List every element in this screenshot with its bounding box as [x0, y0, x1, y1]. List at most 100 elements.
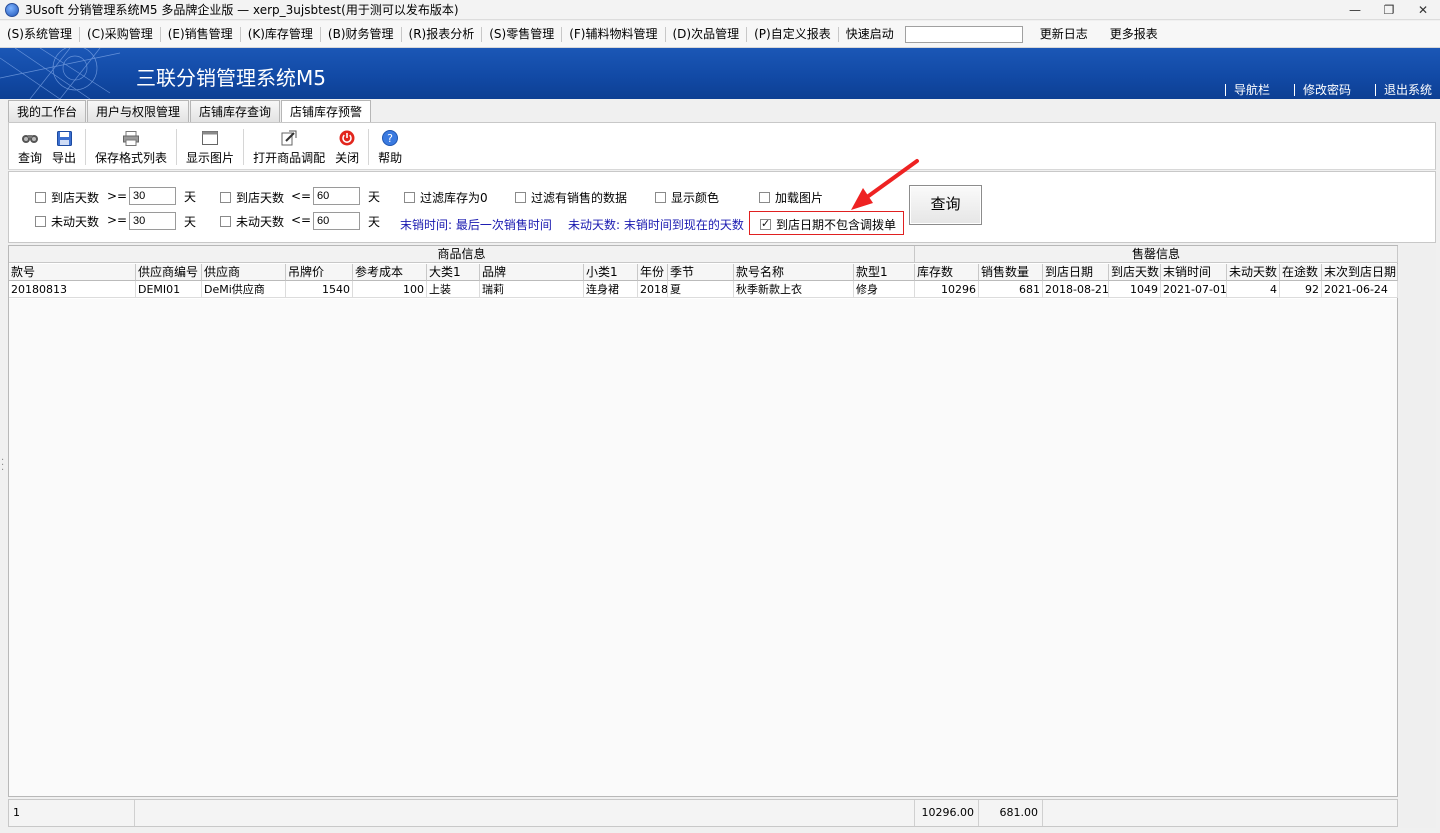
window-controls: — ❐ ✕: [1338, 0, 1440, 20]
col-header-brand[interactable]: 品牌: [480, 264, 584, 281]
quick-start-label: 快速启动: [845, 26, 894, 41]
show-image-button[interactable]: 显示图片: [181, 123, 239, 166]
edit-document-icon: [280, 129, 298, 147]
grid-footer: 1 10296.00 681.00: [8, 799, 1398, 827]
menu-bar: (S)系统管理 (C)采购管理 (E)销售管理 (K)库存管理 (B)财务管理 …: [0, 21, 1440, 48]
col-header-supplier-code[interactable]: 供应商编号: [136, 264, 202, 281]
col-header-stock-qty[interactable]: 库存数: [915, 264, 979, 281]
days-in-store-le-checkbox[interactable]: 到店天数: [220, 189, 284, 206]
cell-brand: 瑞莉: [480, 281, 584, 298]
exclude-transfer-label: 到店日期不包含调拨单: [776, 218, 897, 232]
idle-days-ge-checkbox[interactable]: 未动天数: [35, 213, 99, 230]
cell-year: 2018: [638, 281, 668, 298]
days-in-store-le-input[interactable]: [313, 187, 360, 205]
close-label: 关闭: [335, 151, 360, 165]
tab-user-permissions[interactable]: 用户与权限管理: [87, 100, 190, 122]
load-image-checkbox[interactable]: 加载图片: [759, 189, 823, 206]
menu-retail[interactable]: (S)零售管理: [482, 21, 561, 48]
filter-with-sales-checkbox[interactable]: 过滤有销售的数据: [515, 189, 627, 206]
save-format-list-label: 保存格式列表: [95, 151, 168, 165]
toolbar-divider: [368, 129, 370, 165]
col-header-style-no[interactable]: 款号: [9, 264, 136, 281]
open-allocation-button[interactable]: 打开商品调配: [248, 123, 330, 166]
show-color-checkbox[interactable]: 显示颜色: [655, 189, 719, 206]
col-header-days-in-store[interactable]: 到店天数: [1109, 264, 1161, 281]
quick-start-input[interactable]: [904, 25, 1023, 43]
query-toolbar-button[interactable]: 查询: [13, 123, 47, 166]
menu-finance[interactable]: (B)财务管理: [321, 21, 401, 48]
cell-category1: 上装: [427, 281, 480, 298]
cell-last-sale: 2021-07-01: [1161, 281, 1227, 298]
show-image-label: 显示图片: [186, 151, 235, 165]
col-header-year[interactable]: 年份: [638, 264, 668, 281]
menu-sales[interactable]: (E)销售管理: [161, 21, 240, 48]
menu-reports[interactable]: (R)报表分析: [402, 21, 482, 48]
filter-zero-stock-checkbox[interactable]: 过滤库存为0: [404, 189, 488, 206]
exclude-transfer-checkbox[interactable]: 到店日期不包含调拨单: [760, 216, 896, 233]
col-header-last-arrival[interactable]: 末次到店日期: [1322, 264, 1398, 281]
cell-days-in-store: 1049: [1109, 281, 1161, 298]
col-header-subcategory1[interactable]: 小类1: [584, 264, 638, 281]
col-header-season[interactable]: 季节: [668, 264, 734, 281]
idle-days-le-checkbox[interactable]: 未动天数: [220, 213, 284, 230]
tab-workbench[interactable]: 我的工作台: [8, 100, 87, 122]
menu-purchase[interactable]: (C)采购管理: [80, 21, 160, 48]
menu-inventory[interactable]: (K)库存管理: [241, 21, 320, 48]
window-title: 3Usoft 分销管理系统M5 多品牌企业版 — xerp_3ujsbtest(…: [25, 3, 459, 17]
data-grid: 商品信息 售罄信息 款号 供应商编号 供应商 吊牌价 参考成本 大类1 品牌 小…: [8, 245, 1398, 797]
days-in-store-le-label: 到店天数: [236, 191, 285, 205]
footer-row-count: 1: [9, 800, 135, 826]
col-header-arrival-date[interactable]: 到店日期: [1043, 264, 1109, 281]
splitter-grip-icon[interactable]: · · ·: [1, 456, 4, 476]
binoculars-icon: [21, 129, 39, 147]
menu-more-reports[interactable]: 更多报表: [1103, 21, 1165, 48]
cell-tag-price: 1540: [286, 281, 353, 298]
unit-day: 天: [184, 190, 197, 204]
query-button[interactable]: 查询: [909, 185, 982, 225]
close-window-icon[interactable]: ✕: [1406, 0, 1440, 20]
load-image-label: 加载图片: [775, 191, 824, 205]
unit-day: 天: [368, 215, 381, 229]
col-header-style-name[interactable]: 款号名称: [734, 264, 854, 281]
tab-store-inventory-query[interactable]: 店铺库存查询: [190, 100, 281, 122]
save-format-list-button[interactable]: 保存格式列表: [90, 123, 172, 166]
minimize-icon[interactable]: —: [1338, 0, 1372, 20]
title-bar: 3Usoft 分销管理系统M5 多品牌企业版 — xerp_3ujsbtest(…: [0, 0, 1440, 20]
close-button[interactable]: 关闭: [330, 123, 364, 166]
idle-days-ge-input[interactable]: [129, 212, 176, 230]
cell-in-transit: 92: [1280, 281, 1322, 298]
menu-update-log[interactable]: 更新日志: [1033, 21, 1095, 48]
open-allocation-label: 打开商品调配: [253, 151, 326, 165]
toolbar-divider: [243, 129, 245, 165]
menu-system[interactable]: (S)系统管理: [0, 21, 79, 48]
idle-days-le-input[interactable]: [313, 212, 360, 230]
logout-link[interactable]: 退出系统: [1374, 84, 1432, 96]
nav-bar-link[interactable]: 导航栏: [1224, 84, 1270, 96]
col-header-ref-cost[interactable]: 参考成本: [353, 264, 427, 281]
col-header-fit1[interactable]: 款型1: [854, 264, 915, 281]
col-header-supplier[interactable]: 供应商: [202, 264, 286, 281]
restore-icon[interactable]: ❐: [1372, 0, 1406, 20]
col-header-tag-price[interactable]: 吊牌价: [286, 264, 353, 281]
days-in-store-ge-checkbox[interactable]: 到店天数: [35, 189, 99, 206]
menu-custom-reports[interactable]: (P)自定义报表: [747, 21, 838, 48]
checkbox-box: [655, 192, 666, 203]
tab-store-inventory-alert[interactable]: 店铺库存预警: [281, 100, 372, 123]
col-header-last-sale[interactable]: 末销时间: [1161, 264, 1227, 281]
toolbar: 查询 导出 保存格式列表 显示图片 打开商品调配 关闭 ? 帮助: [8, 122, 1436, 170]
days-in-store-ge-input[interactable]: [129, 187, 176, 205]
change-password-link[interactable]: 修改密码: [1293, 84, 1351, 96]
col-header-sales-qty[interactable]: 销售数量: [979, 264, 1043, 281]
menu-materials[interactable]: (F)辅料物料管理: [562, 21, 664, 48]
menu-defects[interactable]: (D)次品管理: [666, 21, 747, 48]
export-button[interactable]: 导出: [47, 123, 81, 166]
group-product-info: 商品信息: [9, 246, 915, 263]
col-header-in-transit[interactable]: 在途数: [1280, 264, 1322, 281]
col-header-idle-days[interactable]: 未动天数: [1227, 264, 1280, 281]
col-header-category1[interactable]: 大类1: [427, 264, 480, 281]
checkbox-box: [759, 192, 770, 203]
toolbar-divider: [176, 129, 178, 165]
cell-idle-days: 4: [1227, 281, 1280, 298]
app-banner: 三联分销管理系统M5 导航栏 修改密码 退出系统: [0, 48, 1440, 99]
help-button[interactable]: ? 帮助: [373, 123, 407, 166]
